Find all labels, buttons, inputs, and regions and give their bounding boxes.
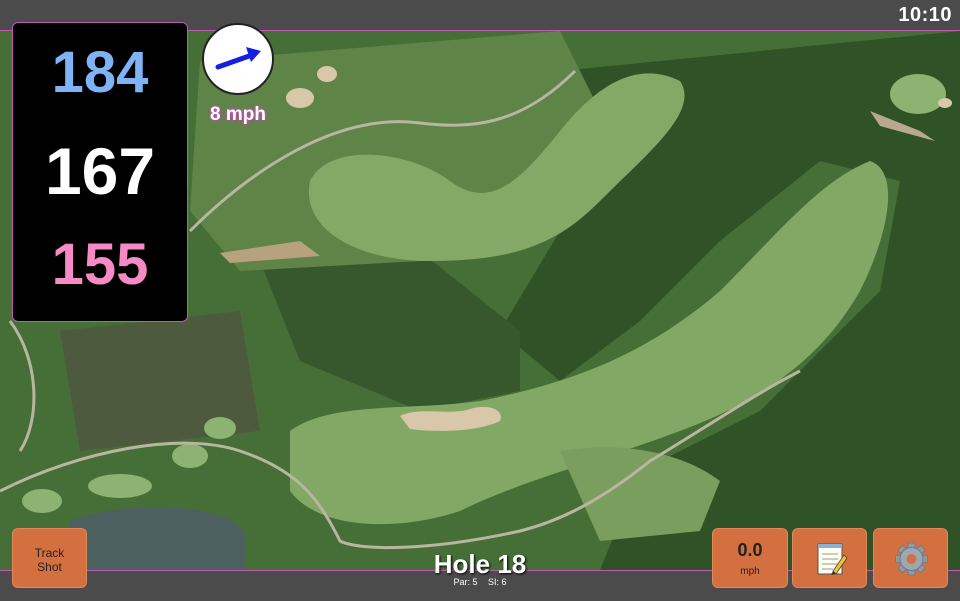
notes-button[interactable] bbox=[792, 528, 867, 588]
speed-unit: mph bbox=[740, 566, 760, 577]
center-yardage: 167 bbox=[44, 134, 156, 208]
track-shot-button[interactable]: Track Shot bbox=[12, 528, 87, 588]
track-shot-label-line2: Shot bbox=[37, 560, 62, 574]
wind-indicator bbox=[202, 23, 274, 95]
hole-info: Par: 5 SI: 6 bbox=[380, 577, 580, 587]
gear-icon bbox=[895, 542, 928, 576]
hole-stroke-index: SI: 6 bbox=[488, 577, 507, 587]
yardage-panel: 184 167 155 bbox=[12, 22, 188, 322]
hole-par: Par: 5 bbox=[453, 577, 478, 587]
track-shot-label-line1: Track bbox=[34, 546, 65, 560]
wind-speed-label: 8 mph bbox=[210, 104, 266, 125]
speed-button[interactable]: 0.0 mph bbox=[712, 528, 788, 588]
hole-title: Hole 18 bbox=[433, 549, 527, 579]
back-yardage: 184 bbox=[51, 40, 149, 105]
notepad-icon bbox=[817, 543, 848, 575]
settings-button[interactable] bbox=[873, 528, 948, 588]
speed-value: 0.0 bbox=[737, 540, 763, 560]
front-yardage: 155 bbox=[51, 232, 149, 297]
wind-arrow-icon bbox=[215, 47, 261, 70]
clock: 10:10 bbox=[898, 4, 952, 26]
